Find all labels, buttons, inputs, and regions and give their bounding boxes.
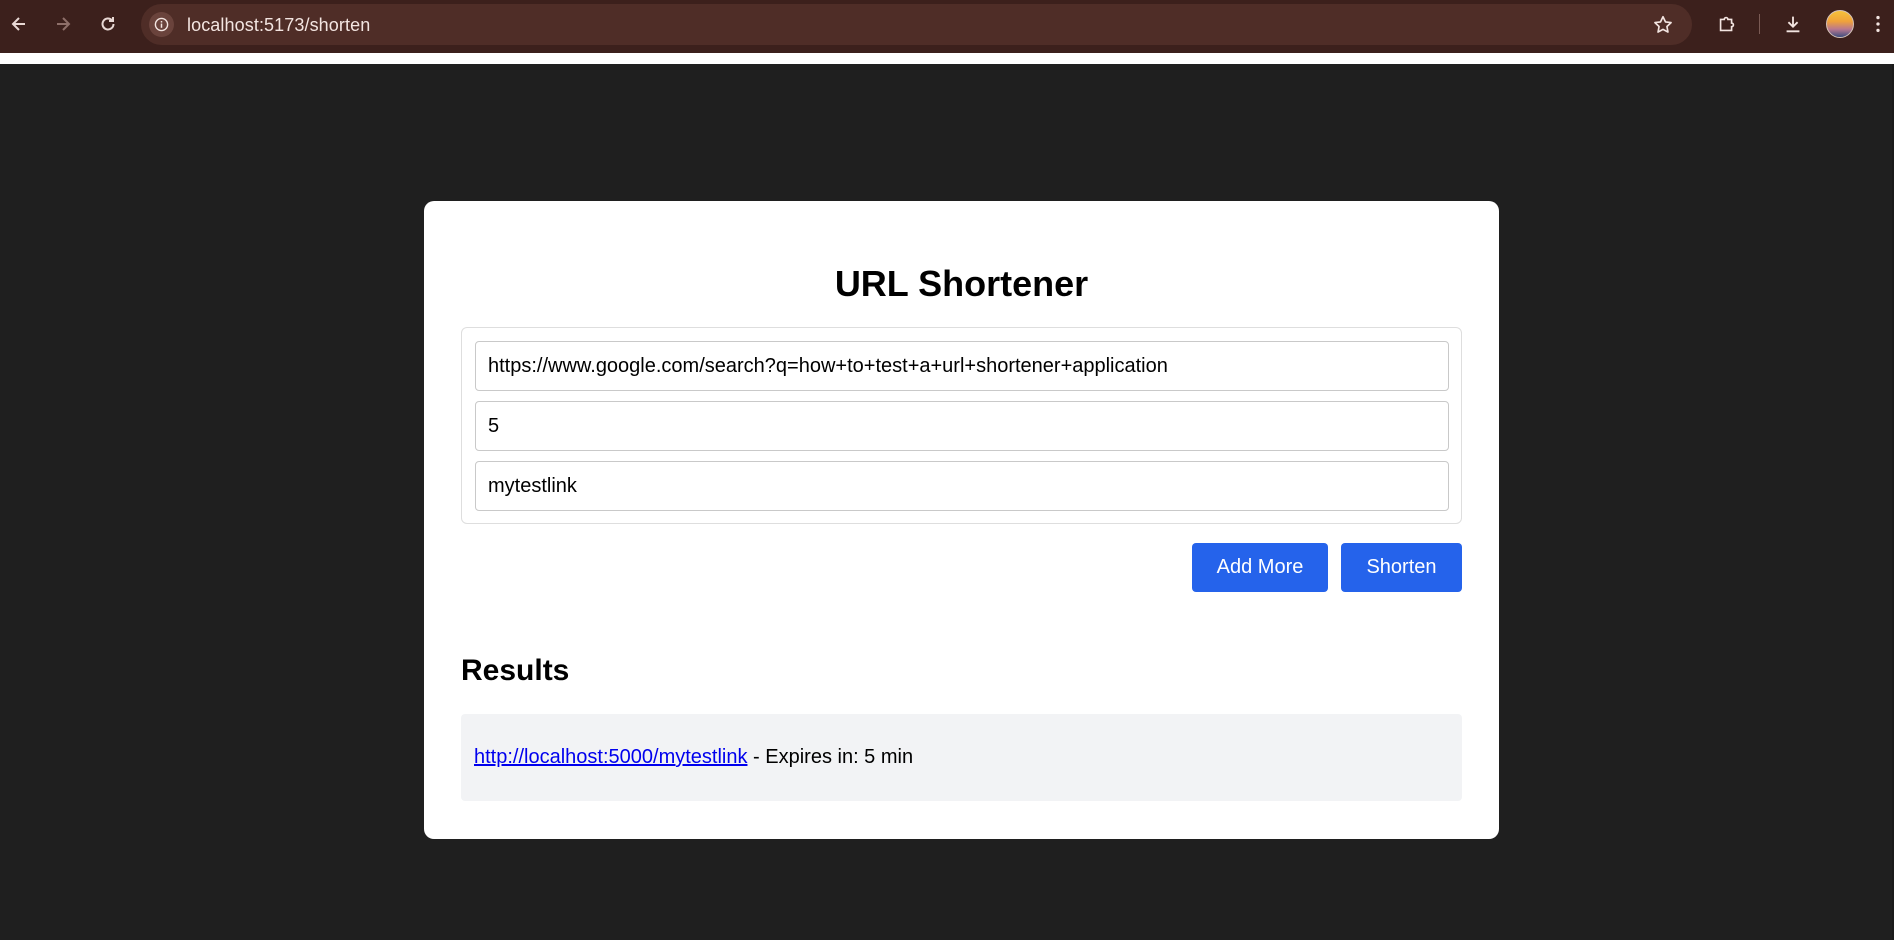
browser-menu-button[interactable]: [1864, 10, 1892, 38]
extensions-button[interactable]: [1713, 10, 1741, 38]
page-viewport: URL Shortener Add More Shorten Results h…: [0, 64, 1894, 940]
url-input[interactable]: [475, 341, 1449, 391]
url-text[interactable]: localhost:5173/shorten: [187, 15, 370, 36]
info-icon: [154, 17, 169, 32]
address-bar[interactable]: localhost:5173/shorten: [141, 4, 1692, 45]
downloads-button[interactable]: [1779, 10, 1807, 38]
page-top-strip: [0, 53, 1894, 64]
reload-icon: [101, 17, 115, 31]
short-url-link[interactable]: http://localhost:5000/mytestlink: [474, 746, 747, 769]
shorten-button[interactable]: Shorten: [1341, 543, 1462, 592]
puzzle-icon: [1719, 16, 1735, 32]
shortcode-input[interactable]: [475, 461, 1449, 511]
site-info-button[interactable]: [149, 12, 174, 37]
arrow-left-icon: [11, 17, 25, 31]
shortener-card: URL Shortener Add More Shorten Results h…: [424, 201, 1499, 839]
results-heading: Results: [461, 654, 570, 687]
browser-toolbar: localhost:5173/shorten: [0, 0, 1894, 53]
kebab-menu-icon: [1876, 15, 1880, 33]
profile-avatar[interactable]: [1826, 10, 1854, 38]
toolbar-divider: [1759, 14, 1760, 34]
star-icon[interactable]: [1652, 14, 1674, 36]
url-input-group: [461, 327, 1462, 524]
expiry-text: - Expires in: 5 min: [747, 746, 914, 768]
page-title: URL Shortener: [834, 263, 1089, 304]
arrow-right-icon: [57, 17, 71, 31]
result-item: http://localhost:5000/mytestlink - Expir…: [461, 714, 1462, 801]
back-button[interactable]: [3, 8, 35, 40]
reload-button[interactable]: [92, 8, 124, 40]
add-more-button[interactable]: Add More: [1192, 543, 1328, 592]
validity-input[interactable]: [475, 401, 1449, 451]
forward-button[interactable]: [47, 8, 79, 40]
download-icon: [1786, 16, 1800, 33]
